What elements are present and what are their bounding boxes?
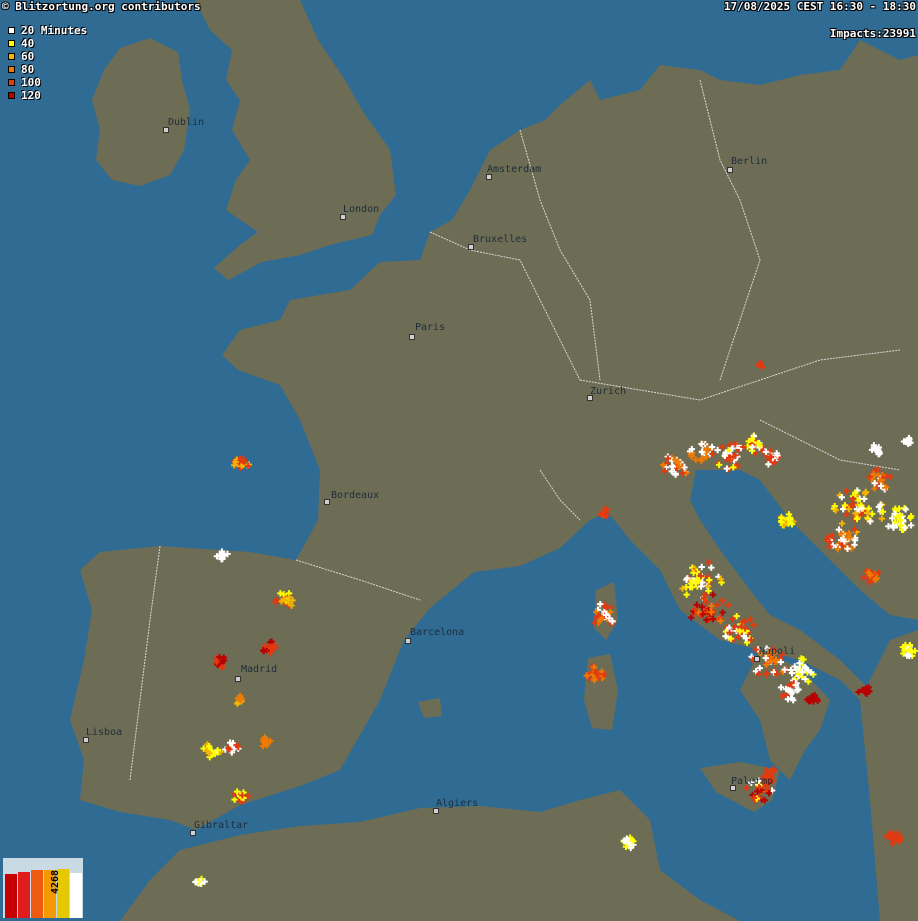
legend-item: 60	[8, 50, 87, 63]
histogram-bar	[5, 874, 17, 918]
legend-swatch	[8, 53, 15, 60]
lightning-map[interactable]: © Blitzortung.org contributors 17/08/202…	[0, 0, 918, 921]
legend-swatch	[8, 27, 15, 34]
legend-swatch	[8, 92, 15, 99]
legend-item: 20 Minutes	[8, 24, 87, 37]
city-label-lisboa: Lisboa	[86, 727, 123, 738]
city-label-madrid: Madrid	[241, 664, 278, 675]
city-label-amsterdam: Amsterdam	[487, 164, 542, 175]
histogram-bar	[18, 872, 30, 918]
city-label-gibraltar: Gibraltar	[194, 820, 249, 831]
city-marker-paris	[409, 334, 415, 340]
time-legend: 20 Minutes 40 60 80 100 120	[8, 24, 87, 102]
city-label-bruxelles: Bruxelles	[473, 234, 528, 245]
legend-label: 40	[21, 37, 35, 50]
histogram-count: 4268	[50, 869, 61, 894]
legend-label: 80	[21, 63, 35, 76]
attribution-text: © Blitzortung.org contributors	[2, 0, 201, 13]
legend-label: 100	[21, 76, 41, 89]
city-marker-barcelona	[405, 638, 411, 644]
timespan-text: 17/08/2025 CEST 16:30 - 18:30	[723, 0, 916, 13]
city-label-dublin: Dublin	[168, 117, 205, 128]
city-marker-bordeaux	[324, 499, 330, 505]
legend-item: 40	[8, 37, 87, 50]
legend-label: 120	[21, 89, 41, 102]
city-label-berlin: Berlin	[731, 156, 768, 167]
map-canvas	[0, 0, 918, 921]
legend-item: 120	[8, 89, 87, 102]
city-label-london: London	[343, 204, 380, 215]
city-label-algiers: Algiers	[436, 798, 479, 809]
legend-label: 60	[21, 50, 35, 63]
legend-label: 20 Minutes	[21, 24, 88, 37]
city-label-paris: Paris	[415, 322, 446, 333]
legend-item: 80	[8, 63, 87, 76]
legend-item: 100	[8, 76, 87, 89]
city-label-bordeaux: Bordeaux	[331, 490, 380, 501]
city-marker-madrid	[235, 676, 241, 682]
histogram-bar	[31, 870, 43, 918]
city-label-barcelona: Barcelona	[410, 627, 465, 638]
legend-swatch	[8, 66, 15, 73]
legend-swatch	[8, 79, 15, 86]
city-label-palermo: Palermo	[731, 776, 774, 787]
legend-swatch	[8, 40, 15, 47]
impacts-count: Impacts:23991	[829, 27, 916, 40]
city-label-napoli: Napoli	[759, 646, 796, 657]
city-marker-berlin	[727, 167, 733, 173]
histogram-bar	[70, 873, 82, 918]
city-label-zurich: Zurich	[590, 386, 627, 397]
impact-histogram: 4268	[3, 858, 83, 918]
